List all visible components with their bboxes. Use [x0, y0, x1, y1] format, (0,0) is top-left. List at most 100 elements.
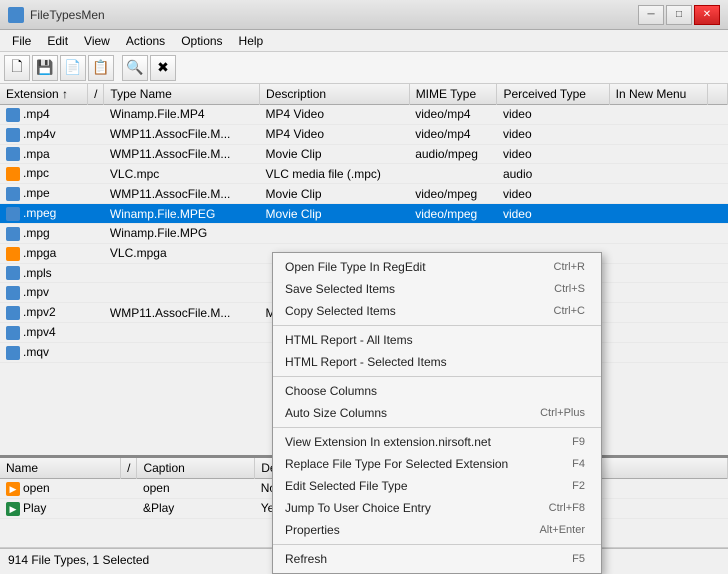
cell-typename: [104, 323, 260, 343]
table-row[interactable]: .mpc VLC.mpc VLC media file (.mpc) audio: [0, 164, 728, 184]
toolbar-save-button[interactable]: 💾: [32, 55, 58, 81]
col-newmenu[interactable]: In New Menu: [609, 84, 707, 105]
col-typename[interactable]: Type Name: [104, 84, 260, 105]
cell-perceived: audio: [497, 164, 609, 184]
menu-item-help[interactable]: Help: [231, 30, 272, 51]
cell-slash: [88, 144, 104, 164]
table-row[interactable]: .mpg Winamp.File.MPG: [0, 223, 728, 243]
cell-spacer: [708, 124, 728, 144]
context-menu-item[interactable]: Edit Selected File TypeF2: [273, 475, 601, 497]
context-menu-item[interactable]: Auto Size ColumnsCtrl+Plus: [273, 402, 601, 424]
context-menu-item[interactable]: Jump To User Choice EntryCtrl+F8: [273, 497, 601, 519]
cell-spacer: [708, 303, 728, 323]
cell-spacer: [708, 323, 728, 343]
cell-newmenu: [609, 124, 707, 144]
close-button[interactable]: ✕: [694, 5, 720, 25]
menu-item-actions[interactable]: Actions: [118, 30, 173, 51]
cell-ext: .mqv: [0, 342, 88, 362]
context-menu-item[interactable]: Copy Selected ItemsCtrl+C: [273, 300, 601, 322]
col-spacer: [708, 84, 728, 105]
context-menu-item[interactable]: Choose Columns: [273, 380, 601, 402]
col-extension[interactable]: Extension ↑: [0, 84, 88, 105]
toolbar-find-button[interactable]: 🔍: [122, 55, 148, 81]
cell-slash: [88, 184, 104, 204]
toolbar-paste-button[interactable]: 📋: [88, 55, 114, 81]
ctx-item-label: Properties: [285, 523, 340, 537]
cell-desc: MP4 Video: [260, 124, 410, 144]
context-menu-item[interactable]: HTML Report - Selected Items: [273, 351, 601, 373]
col-mime[interactable]: MIME Type: [409, 84, 497, 105]
context-menu-item[interactable]: PropertiesAlt+Enter: [273, 519, 601, 541]
cell-typename: Winamp.File.MPEG: [104, 204, 260, 224]
cell-ext: .mpv4: [0, 323, 88, 343]
cell-mime: video/mpeg: [409, 204, 497, 224]
cell-ext: .mpga: [0, 243, 88, 263]
ctx-item-shortcut: Ctrl+Plus: [540, 407, 585, 419]
cell-mime: [409, 164, 497, 184]
col-slash[interactable]: /: [88, 84, 104, 105]
cell-slash: [88, 303, 104, 323]
cell-newmenu: [609, 323, 707, 343]
lower-col-name[interactable]: Name: [0, 458, 121, 479]
cell-desc: Movie Clip: [260, 184, 410, 204]
ctx-item-label: View Extension In extension.nirsoft.net: [285, 435, 491, 449]
cell-newmenu: [609, 184, 707, 204]
ctx-item-label: Edit Selected File Type: [285, 479, 408, 493]
menu-item-edit[interactable]: Edit: [39, 30, 76, 51]
table-row[interactable]: .mpe WMP11.AssocFile.M... Movie Clip vid…: [0, 184, 728, 204]
ctx-item-label: Replace File Type For Selected Extension: [285, 457, 508, 471]
cell-ext: .mpv: [0, 283, 88, 303]
toolbar-stop-button[interactable]: ✖: [150, 55, 176, 81]
cell-ext: .mpc: [0, 164, 88, 184]
table-row[interactable]: .mpa WMP11.AssocFile.M... Movie Clip aud…: [0, 144, 728, 164]
cell-typename: WMP11.AssocFile.M...: [104, 144, 260, 164]
toolbar-copy-button[interactable]: 📄: [60, 55, 86, 81]
table-row[interactable]: .mp4v WMP11.AssocFile.M... MP4 Video vid…: [0, 124, 728, 144]
col-perceived[interactable]: Perceived Type: [497, 84, 609, 105]
menu-item-options[interactable]: Options: [173, 30, 230, 51]
table-row[interactable]: .mp4 Winamp.File.MP4 MP4 Video video/mp4…: [0, 105, 728, 125]
cell-newmenu: [609, 223, 707, 243]
lower-col-slash[interactable]: /: [121, 458, 137, 479]
ctx-item-label: HTML Report - Selected Items: [285, 355, 447, 369]
ctx-item-label: HTML Report - All Items: [285, 333, 413, 347]
cell-spacer: [708, 223, 728, 243]
toolbar: 🗋 💾 📄 📋 🔍 ✖: [0, 52, 728, 84]
cell-newmenu: [609, 105, 707, 125]
maximize-button[interactable]: □: [666, 5, 692, 25]
context-menu-item[interactable]: RefreshF5: [273, 548, 601, 570]
menu-bar: FileEditViewActionsOptionsHelp: [0, 30, 728, 52]
cell-mime: video/mpeg: [409, 184, 497, 204]
context-menu-item[interactable]: Open File Type In RegEditCtrl+R: [273, 256, 601, 278]
upper-table-header: Extension ↑ / Type Name Description MIME…: [0, 84, 728, 105]
col-description[interactable]: Description: [260, 84, 410, 105]
context-menu-item[interactable]: Replace File Type For Selected Extension…: [273, 453, 601, 475]
cell-slash: [88, 323, 104, 343]
lower-cell-caption: open: [137, 479, 255, 499]
menu-item-view[interactable]: View: [76, 30, 118, 51]
cell-newmenu: [609, 204, 707, 224]
cell-slash: [88, 243, 104, 263]
minimize-button[interactable]: ─: [638, 5, 664, 25]
menu-item-file[interactable]: File: [4, 30, 39, 51]
cell-desc: [260, 223, 410, 243]
cell-ext: .mp4v: [0, 124, 88, 144]
cell-newmenu: [609, 144, 707, 164]
context-menu-item[interactable]: View Extension In extension.nirsoft.netF…: [273, 431, 601, 453]
toolbar-new-button[interactable]: 🗋: [4, 55, 30, 81]
cell-spacer: [708, 263, 728, 283]
cell-ext: .mpeg: [0, 204, 88, 224]
cell-slash: [88, 124, 104, 144]
context-menu-item[interactable]: Save Selected ItemsCtrl+S: [273, 278, 601, 300]
ctx-item-label: Refresh: [285, 552, 327, 566]
cell-desc: Movie Clip: [260, 204, 410, 224]
app-icon: [8, 7, 24, 23]
ctx-item-shortcut: F4: [572, 458, 585, 470]
cell-perceived: video: [497, 105, 609, 125]
ctx-item-shortcut: Ctrl+S: [554, 283, 585, 295]
table-row[interactable]: .mpeg Winamp.File.MPEG Movie Clip video/…: [0, 204, 728, 224]
lower-col-caption[interactable]: Caption: [137, 458, 255, 479]
cell-spacer: [708, 204, 728, 224]
context-menu-item[interactable]: HTML Report - All Items: [273, 329, 601, 351]
title-controls: ─ □ ✕: [638, 5, 720, 25]
